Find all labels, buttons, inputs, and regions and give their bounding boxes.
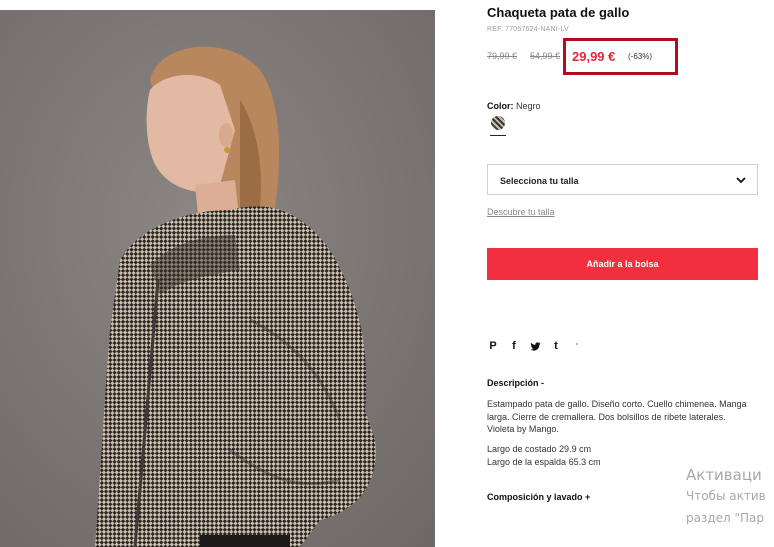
current-price: 29,99 € bbox=[572, 49, 616, 64]
color-swatch-negro[interactable] bbox=[491, 116, 505, 130]
facebook-icon[interactable]: f bbox=[508, 340, 520, 352]
share-icons: P f t ' bbox=[487, 339, 583, 353]
size-guide-link[interactable]: Descubre tu talla bbox=[487, 207, 555, 217]
color-value: Negro bbox=[516, 101, 541, 111]
os-activation-watermark-title: Активаци bbox=[686, 466, 762, 484]
os-activation-watermark-line: Чтобы актив bbox=[686, 489, 766, 503]
measurement-side-length: Largo de costado 29.9 cm bbox=[487, 444, 592, 454]
add-to-bag-button[interactable]: Añadir a la bolsa bbox=[487, 248, 758, 280]
product-photo[interactable] bbox=[0, 10, 435, 547]
description-text: Estampado pata de gallo. Diseño corto. C… bbox=[487, 399, 747, 434]
color-label: Color: bbox=[487, 101, 514, 111]
product-reference: REF. 77067624-NANI-LV bbox=[487, 26, 569, 33]
current-price-highlight: 29,99 € (-63%) bbox=[563, 38, 678, 75]
twitter-icon[interactable] bbox=[529, 340, 541, 352]
original-price: 79,99 € bbox=[487, 51, 518, 61]
previous-price: 54,99 € bbox=[530, 51, 561, 61]
measurement-back-length: Largo de la espalda 65.3 cm bbox=[487, 457, 601, 467]
discount-badge: (-63%) bbox=[628, 52, 653, 61]
description-heading[interactable]: Descripción - bbox=[487, 378, 544, 388]
tumblr-icon[interactable]: t bbox=[550, 340, 562, 352]
product-info-panel: Chaqueta pata de gallo REF. 77067624-NAN… bbox=[487, 0, 774, 547]
more-icon[interactable]: ' bbox=[571, 340, 583, 352]
os-activation-watermark-line: раздел "Пар bbox=[686, 511, 765, 525]
pinterest-icon[interactable]: P bbox=[487, 340, 499, 352]
size-select-label: Selecciona tu talla bbox=[500, 176, 579, 186]
color-label-row: Color: Negro bbox=[487, 101, 541, 111]
model-wearing-jacket-image bbox=[0, 10, 435, 547]
chevron-down-icon bbox=[736, 177, 746, 184]
composition-toggle[interactable]: Composición y lavado + bbox=[487, 492, 590, 502]
size-select[interactable]: Selecciona tu talla bbox=[487, 164, 758, 195]
product-title: Chaqueta pata de gallo bbox=[487, 5, 630, 20]
selected-swatch-indicator bbox=[490, 135, 506, 136]
